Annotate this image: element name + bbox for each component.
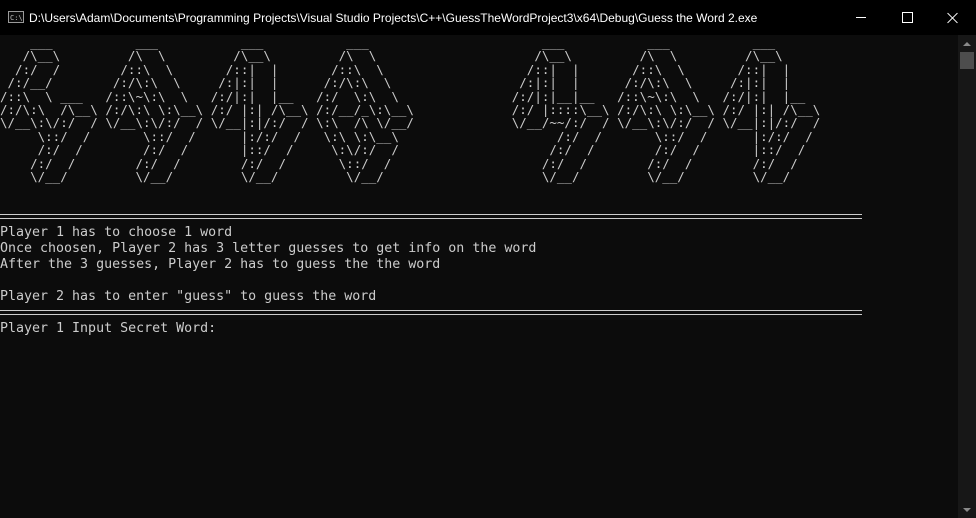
separator-line <box>0 310 862 315</box>
console-window: C:\ D:\Users\Adam\Documents\Programming … <box>0 0 976 518</box>
minimize-icon <box>856 17 866 18</box>
vertical-scrollbar[interactable] <box>958 35 976 518</box>
separator-line <box>0 214 862 219</box>
window-title: D:\Users\Adam\Documents\Programming Proj… <box>29 10 758 25</box>
arrow-down-icon <box>963 507 971 512</box>
instruction-line: After the 3 guesses, Player 2 has to gue… <box>0 257 441 272</box>
close-button[interactable] <box>930 0 976 35</box>
minimize-button[interactable] <box>838 0 884 35</box>
secret-word-prompt[interactable]: Player 1 Input Secret Word: <box>0 321 216 337</box>
scroll-down-button[interactable] <box>958 501 976 518</box>
instruction-line: Player 2 has to enter "guess" to guess t… <box>0 289 377 304</box>
arrow-up-icon <box>963 41 971 46</box>
instruction-line: Once choosen, Player 2 has 3 letter gues… <box>0 241 537 256</box>
instruction-line: Player 1 has to choose 1 word <box>0 225 233 240</box>
scrollbar-thumb[interactable] <box>960 52 974 69</box>
console-output[interactable]: ___ ___ ___ ___ ___ ___ ___ /\__\ /\ \ /… <box>0 35 958 518</box>
console-app-icon: C:\ <box>8 10 24 23</box>
close-icon <box>947 12 959 24</box>
title-bar[interactable]: C:\ D:\Users\Adam\Documents\Programming … <box>0 0 976 35</box>
scroll-up-button[interactable] <box>958 35 976 52</box>
maximize-button[interactable] <box>884 0 930 35</box>
maximize-icon <box>901 12 913 23</box>
banner-art: ___ ___ ___ ___ ___ ___ ___ /\__\ /\ \ /… <box>0 35 821 185</box>
